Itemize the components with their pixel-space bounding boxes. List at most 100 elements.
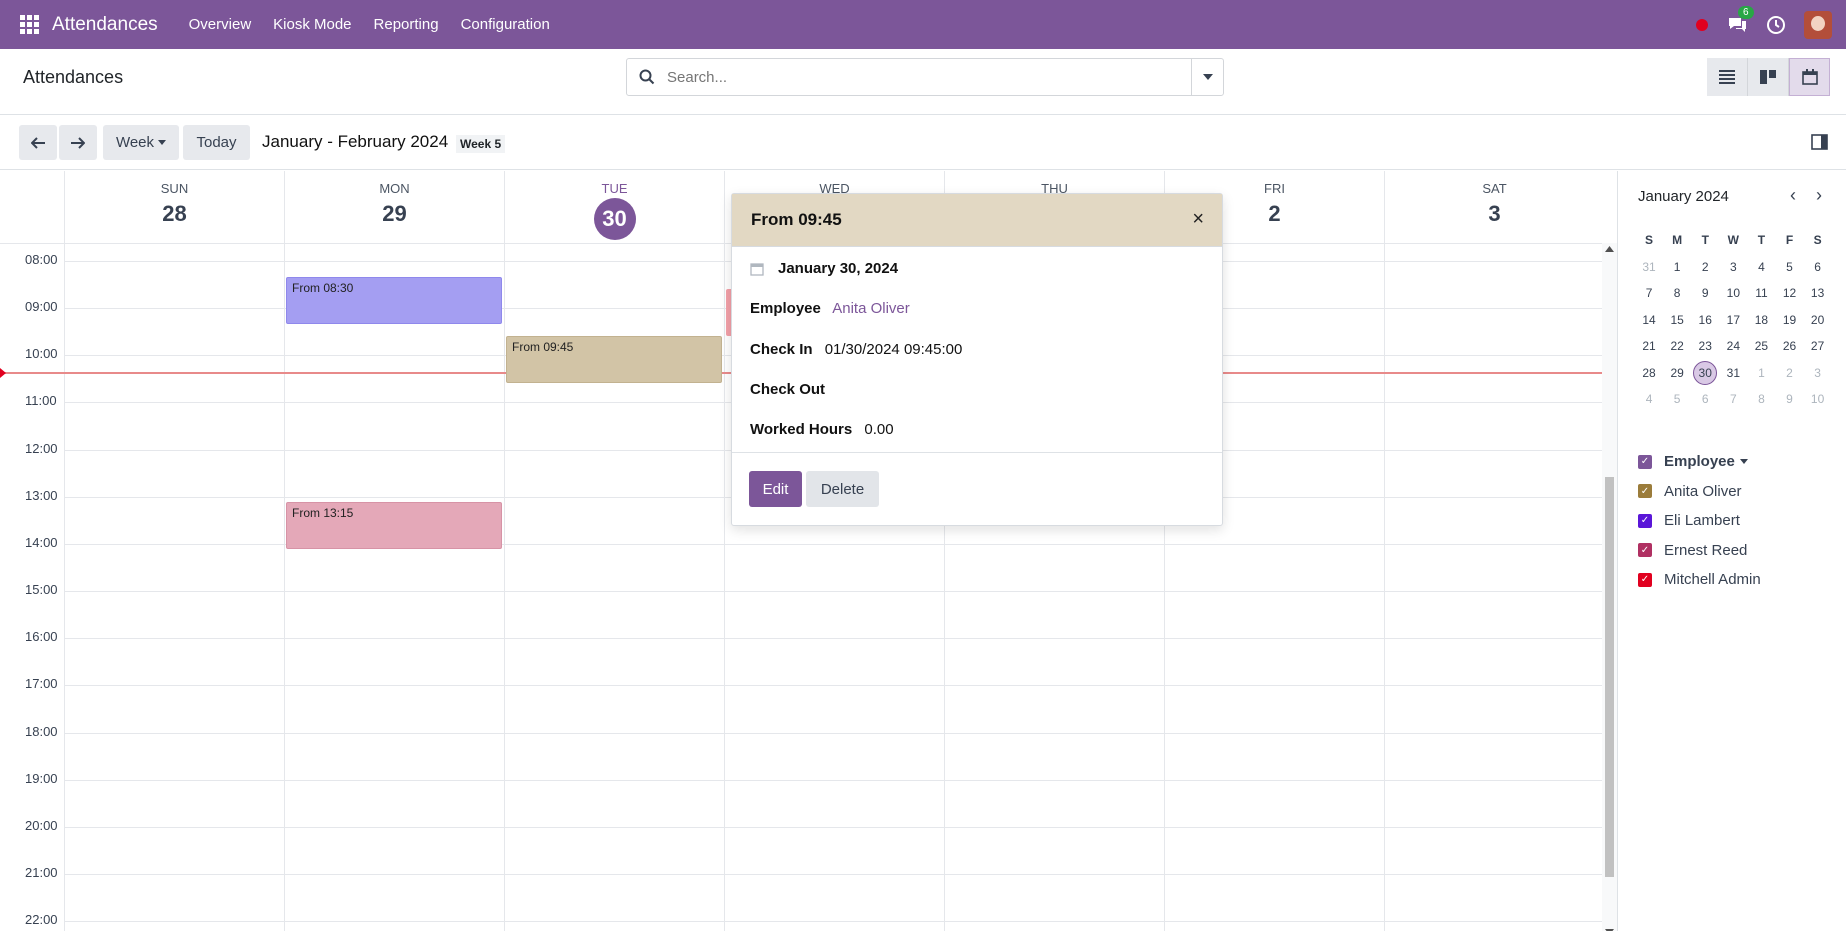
scroll-up-icon[interactable] (1605, 246, 1614, 252)
mini-day[interactable]: 8 (1747, 392, 1775, 406)
mini-day[interactable]: 2 (1775, 366, 1803, 380)
search-options-toggle[interactable] (1191, 59, 1223, 95)
checkbox-checked-icon[interactable]: ✓ (1638, 572, 1652, 587)
mini-day[interactable]: 23 (1691, 339, 1719, 353)
mini-day[interactable]: 7 (1719, 392, 1747, 406)
mini-day[interactable]: 9 (1691, 286, 1719, 300)
mini-day[interactable]: 2 (1691, 260, 1719, 274)
mini-day[interactable]: 24 (1719, 339, 1747, 353)
sidebar-toggle-icon[interactable] (1811, 134, 1828, 150)
activity-clock-icon[interactable] (1766, 15, 1786, 35)
next-button[interactable] (59, 125, 97, 160)
employee-link[interactable]: Anita Oliver (832, 300, 910, 317)
mini-day[interactable]: 29 (1663, 366, 1691, 380)
filter-item-anita-oliver[interactable]: ✓ Anita Oliver (1638, 477, 1761, 507)
mini-day[interactable]: 26 (1775, 339, 1803, 353)
menu-overview[interactable]: Overview (189, 16, 252, 33)
mini-day[interactable]: 3 (1719, 260, 1747, 274)
hour-label: 12:00 (25, 441, 58, 456)
user-avatar[interactable] (1804, 10, 1832, 39)
kanban-view-button[interactable] (1748, 58, 1789, 96)
filter-label: Ernest Reed (1664, 541, 1748, 559)
mini-day[interactable]: 5 (1663, 392, 1691, 406)
scrollbar-thumb[interactable] (1605, 477, 1614, 877)
mini-day[interactable]: 19 (1775, 313, 1803, 327)
attendance-event[interactable]: From 08:30 (286, 277, 502, 324)
mini-day[interactable]: 10 (1719, 286, 1747, 300)
mini-day[interactable]: 3 (1804, 366, 1832, 380)
attendance-event-selected[interactable]: From 09:45 (506, 336, 722, 383)
mini-day[interactable]: 13 (1804, 286, 1832, 300)
mini-day[interactable]: 8 (1663, 286, 1691, 300)
mini-day[interactable]: 1 (1663, 260, 1691, 274)
recording-indicator-icon[interactable] (1696, 18, 1708, 31)
top-navbar: Attendances Overview Kiosk Mode Reportin… (0, 0, 1846, 49)
mini-day[interactable]: 18 (1747, 313, 1775, 327)
search-input[interactable] (667, 68, 1167, 86)
chevron-left-icon[interactable]: ‹ (1790, 185, 1796, 206)
mini-day[interactable]: 28 (1635, 366, 1663, 380)
mini-day[interactable]: 15 (1663, 313, 1691, 327)
mini-day[interactable]: 1 (1747, 366, 1775, 380)
caret-down-icon[interactable] (1739, 459, 1748, 465)
arrow-right-icon (71, 136, 85, 149)
mini-day[interactable]: 12 (1775, 286, 1803, 300)
mini-day[interactable]: 7 (1635, 286, 1663, 300)
mini-day[interactable]: 4 (1635, 392, 1663, 406)
mini-day[interactable]: 4 (1747, 260, 1775, 274)
mini-day[interactable]: 14 (1635, 313, 1663, 327)
calendar-view-button[interactable] (1789, 58, 1830, 96)
checkbox-checked-icon[interactable]: ✓ (1638, 513, 1652, 528)
menu-configuration[interactable]: Configuration (461, 16, 550, 33)
mini-day[interactable]: 16 (1691, 313, 1719, 327)
delete-button[interactable]: Delete (806, 471, 879, 507)
search-icon (639, 69, 655, 85)
hour-label: 22:00 (25, 912, 58, 927)
mini-day[interactable]: 31 (1635, 260, 1663, 274)
mini-day[interactable]: 27 (1804, 339, 1832, 353)
checkbox-checked-icon[interactable]: ✓ (1638, 484, 1652, 499)
checkbox-checked-icon[interactable]: ✓ (1638, 454, 1652, 469)
mini-day[interactable]: 6 (1804, 260, 1832, 274)
mini-day-selected[interactable]: 30 (1691, 360, 1719, 385)
weekday-head: S (1645, 233, 1654, 248)
popover-employee-row: Employee Anita Oliver (750, 300, 910, 317)
chevron-right-icon[interactable]: › (1816, 185, 1822, 206)
scale-dropdown[interactable]: Week (103, 125, 179, 160)
mini-day[interactable]: 5 (1775, 260, 1803, 274)
employee-filter-header[interactable]: ✓ Employee (1638, 447, 1761, 477)
filter-item-ernest-reed[interactable]: ✓ Ernest Reed (1638, 536, 1761, 566)
mini-day[interactable]: 9 (1775, 392, 1803, 406)
calendar-scrollbar[interactable] (1602, 243, 1617, 931)
mini-day[interactable]: 25 (1747, 339, 1775, 353)
event-label: From 09:45 (512, 340, 574, 354)
attendance-event[interactable]: From 13:15 (286, 502, 502, 549)
close-icon[interactable]: × (1192, 208, 1204, 231)
checkbox-checked-icon[interactable]: ✓ (1638, 543, 1652, 558)
popover-date-row: January 30, 2024 (750, 260, 906, 277)
day-header-sun: SUN 28 (64, 171, 284, 243)
filter-label: Eli Lambert (1664, 512, 1740, 530)
day-name: MON (379, 181, 410, 196)
mini-day[interactable]: 11 (1747, 286, 1775, 300)
mini-day[interactable]: 17 (1719, 313, 1747, 327)
mini-day[interactable]: 6 (1691, 392, 1719, 406)
mini-day[interactable]: 10 (1804, 392, 1832, 406)
mini-day[interactable]: 31 (1719, 366, 1747, 380)
today-button[interactable]: Today (183, 125, 250, 160)
filter-item-mitchell-admin[interactable]: ✓ Mitchell Admin (1638, 565, 1761, 595)
menu-kiosk-mode[interactable]: Kiosk Mode (273, 16, 351, 33)
previous-button[interactable] (19, 125, 57, 160)
edit-button[interactable]: Edit (749, 471, 802, 507)
search-bar[interactable] (626, 58, 1224, 96)
mini-day[interactable]: 22 (1663, 339, 1691, 353)
mini-day[interactable]: 21 (1635, 339, 1663, 353)
app-title[interactable]: Attendances (52, 14, 158, 36)
menu-reporting[interactable]: Reporting (374, 16, 439, 33)
mini-day[interactable]: 20 (1804, 313, 1832, 327)
messages-button[interactable]: 6 (1726, 5, 1754, 35)
filter-item-eli-lambert[interactable]: ✓ Eli Lambert (1638, 506, 1761, 536)
list-view-button[interactable] (1707, 58, 1748, 96)
app-menu-icon[interactable] (20, 14, 40, 35)
view-switcher (1707, 58, 1830, 96)
